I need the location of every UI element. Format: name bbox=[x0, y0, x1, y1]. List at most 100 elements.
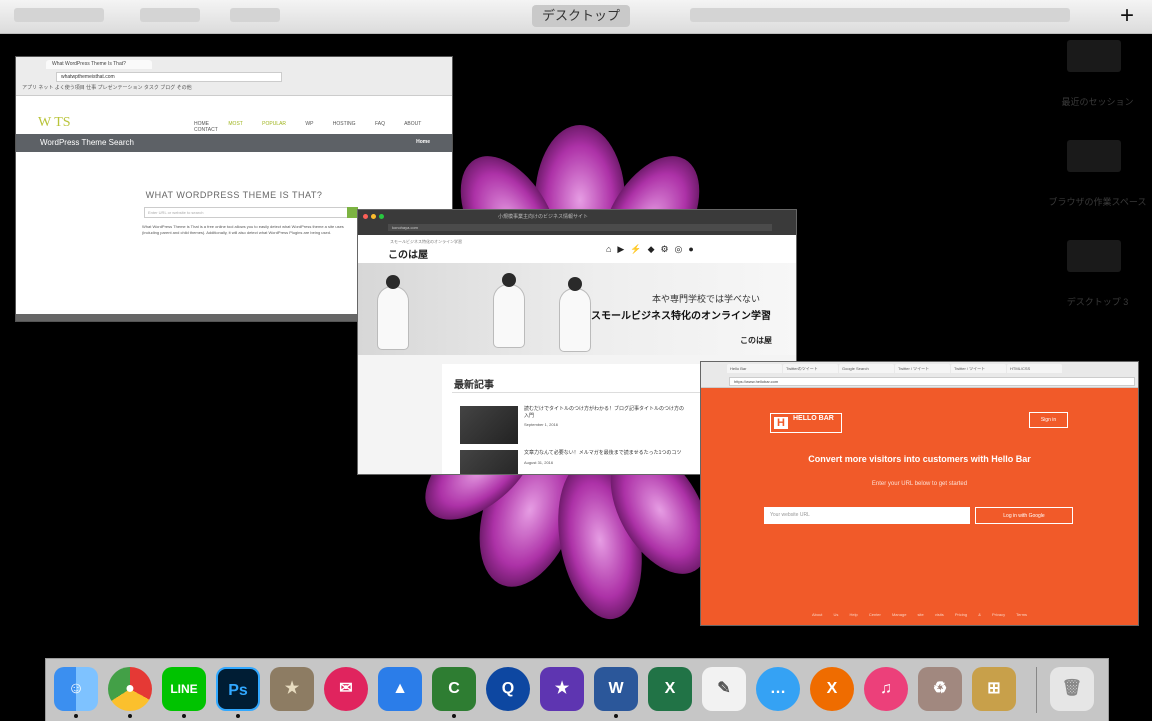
description-text: What WordPress Theme is That is a free o… bbox=[142, 224, 344, 235]
itunes-icon[interactable]: ♫ bbox=[864, 667, 908, 711]
word-icon[interactable]: W bbox=[594, 667, 638, 711]
airmail-icon[interactable]: ✉ bbox=[324, 667, 368, 711]
mission-control-bar: デスクトップ + bbox=[0, 0, 1152, 34]
space-thumbnail[interactable] bbox=[1067, 40, 1121, 72]
browser-tab[interactable]: HTML/CSS bbox=[1007, 364, 1062, 373]
close-icon[interactable] bbox=[363, 214, 368, 219]
page-title: WordPress Theme Search bbox=[40, 138, 134, 147]
logo-text: HELLO BAR bbox=[793, 415, 834, 422]
add-space-button[interactable]: + bbox=[1120, 2, 1134, 30]
page-title-band: WordPress Theme Search Home bbox=[16, 134, 452, 152]
running-indicator bbox=[236, 714, 240, 718]
browser-chrome: What WordPress Theme Is That? whatwpthem… bbox=[16, 57, 452, 96]
section-heading: WHAT WORDPRESS THEME IS THAT? bbox=[145, 190, 323, 200]
hero-headline: Convert more visitors into customers wit… bbox=[808, 454, 1031, 464]
person-figure bbox=[494, 285, 524, 347]
trash-icon[interactable]: 🗑 bbox=[1050, 667, 1094, 711]
menu-ghost bbox=[14, 8, 104, 22]
post-title[interactable]: 文章力なんて必要ない！メルマガを最後まで読ませるたった1つのコツ bbox=[524, 450, 684, 457]
menu-ghost bbox=[140, 8, 200, 22]
hero-headline: スモールビジネス特化のオンライン学習 bbox=[591, 311, 771, 322]
menu-ghost bbox=[690, 8, 1070, 22]
minimize-icon[interactable] bbox=[371, 214, 376, 219]
applications-folder-icon[interactable]: ⊞ bbox=[972, 667, 1016, 711]
hero-subtitle: Enter your URL below to get started bbox=[871, 481, 968, 487]
running-indicator bbox=[614, 714, 618, 718]
nav-wp-hosting[interactable]: WP HOSTING bbox=[305, 121, 355, 127]
keynote-icon[interactable]: ▲ bbox=[378, 667, 422, 711]
divider bbox=[452, 392, 702, 393]
post-title[interactable]: 読むだけでタイトルのつけ方がわかる！ブログ記事タイトルのつけ方の入門 bbox=[524, 406, 684, 420]
person-head bbox=[386, 275, 400, 289]
browser-chrome: 小規模事業主向けのビジネス情報サイト konohaya.com bbox=[358, 210, 796, 235]
search-button[interactable] bbox=[347, 207, 358, 218]
nav-icons[interactable]: ⌂▶⚡◆⚙◎● bbox=[606, 244, 700, 255]
browser-tab[interactable]: Twitterのツイート bbox=[783, 364, 838, 373]
archive-utility-icon[interactable]: ♻ bbox=[918, 667, 962, 711]
keychain-icon[interactable]: ★ bbox=[270, 667, 314, 711]
section-title: 最新記事 bbox=[454, 380, 494, 391]
xmind-icon[interactable]: X bbox=[810, 667, 854, 711]
hero-tagline: 本や専門学校では学べない bbox=[652, 294, 761, 304]
site-nav: HOME MOST POPULAR WP HOSTING FAQ ABOUT C… bbox=[194, 121, 452, 133]
login-google-button[interactable]: Log in with Google bbox=[975, 507, 1073, 524]
site-slogan: スモールビジネス特化のオンライン学習 bbox=[390, 239, 462, 244]
browser-chrome: Hello Bar Twitterのツイート Google Search Twi… bbox=[701, 362, 1138, 388]
browser-tab[interactable]: Google Search bbox=[839, 364, 894, 373]
preview-icon[interactable]: ✎ bbox=[702, 667, 746, 711]
nav-about[interactable]: ABOUT bbox=[404, 121, 421, 127]
running-indicator bbox=[182, 714, 186, 718]
site-logo[interactable]: このは屋 bbox=[388, 246, 428, 261]
address-bar[interactable]: konohaya.com bbox=[388, 224, 772, 231]
desktop-space-label[interactable]: デスクトップ bbox=[532, 5, 631, 27]
space-label: 最近のセッション bbox=[1061, 97, 1134, 107]
site-logo[interactable]: W TS bbox=[38, 115, 71, 131]
menu-ghost bbox=[230, 8, 280, 22]
chrome-icon[interactable]: ● bbox=[108, 667, 152, 711]
hero-logo: このは屋 bbox=[740, 336, 772, 345]
theme-search-input[interactable]: Enter URL or website to search bbox=[144, 207, 349, 218]
messages-icon[interactable]: … bbox=[756, 667, 800, 711]
person-head bbox=[568, 277, 582, 291]
post-thumbnail[interactable] bbox=[460, 406, 518, 444]
photoshop-icon[interactable]: Ps bbox=[216, 667, 260, 711]
nav-most-popular[interactable]: MOST POPULAR bbox=[228, 121, 286, 127]
address-bar[interactable]: whatwpthemeisthat.com bbox=[56, 72, 282, 82]
running-indicator bbox=[452, 714, 456, 718]
website-url-input[interactable]: Your website URL bbox=[764, 507, 970, 524]
person-head bbox=[502, 273, 516, 287]
address-bar[interactable]: https://www.hellobar.com bbox=[729, 377, 1135, 386]
running-indicator bbox=[74, 714, 78, 718]
running-indicator bbox=[128, 714, 132, 718]
finder-icon[interactable]: ☺ bbox=[54, 667, 98, 711]
footer-links[interactable]: About Us Help Center Manage site visits … bbox=[701, 612, 1138, 617]
browser-tab[interactable]: Hello Bar bbox=[727, 364, 782, 373]
window-title: 小規模事業主向けのビジネス情報サイト bbox=[498, 214, 589, 220]
space-thumbnail[interactable] bbox=[1067, 240, 1121, 272]
browser-tab[interactable]: Twitter / ツイート bbox=[951, 364, 1006, 373]
hello-bar-logo[interactable]: H HELLO BAR bbox=[770, 413, 842, 433]
nav-contact[interactable]: CONTACT bbox=[194, 127, 218, 133]
camtasia-icon[interactable]: C bbox=[432, 667, 476, 711]
breadcrumb-home[interactable]: Home bbox=[416, 139, 430, 145]
browser-tab[interactable]: What WordPress Theme Is That? bbox=[46, 60, 152, 69]
space-label: ブラウザの作業スペース bbox=[1048, 197, 1147, 207]
post-date: August 31, 2016 bbox=[524, 460, 554, 465]
person-figure bbox=[378, 287, 408, 349]
window-hello-bar[interactable]: Hello Bar Twitterのツイート Google Search Twi… bbox=[701, 362, 1138, 625]
line-icon[interactable]: LINE bbox=[162, 667, 206, 711]
quicktime-icon[interactable]: Q bbox=[486, 667, 530, 711]
zoom-icon[interactable] bbox=[379, 214, 384, 219]
post-thumbnail[interactable] bbox=[460, 450, 518, 474]
post-date: September 1, 2016 bbox=[524, 422, 559, 427]
space-label: デスクトップ 3 bbox=[1066, 297, 1129, 307]
dock-separator bbox=[1036, 667, 1037, 713]
imovie-icon[interactable]: ★ bbox=[540, 667, 584, 711]
nav-faq[interactable]: FAQ bbox=[375, 121, 385, 127]
space-thumbnail[interactable] bbox=[1067, 140, 1121, 172]
sign-in-button[interactable]: Sign in bbox=[1029, 412, 1068, 428]
excel-icon[interactable]: X bbox=[648, 667, 692, 711]
bookmarks-bar[interactable]: アプリ ネット よく使う項目 仕事 プレゼンテーション タスク ブログ その他 bbox=[22, 84, 192, 91]
dock: ☺ ● LINE Ps ★ ✉ ▲ C Q ★ W X ✎ … X ♫ ♻ ⊞ … bbox=[45, 658, 1109, 721]
browser-tab[interactable]: Twitter / ツイート bbox=[895, 364, 950, 373]
